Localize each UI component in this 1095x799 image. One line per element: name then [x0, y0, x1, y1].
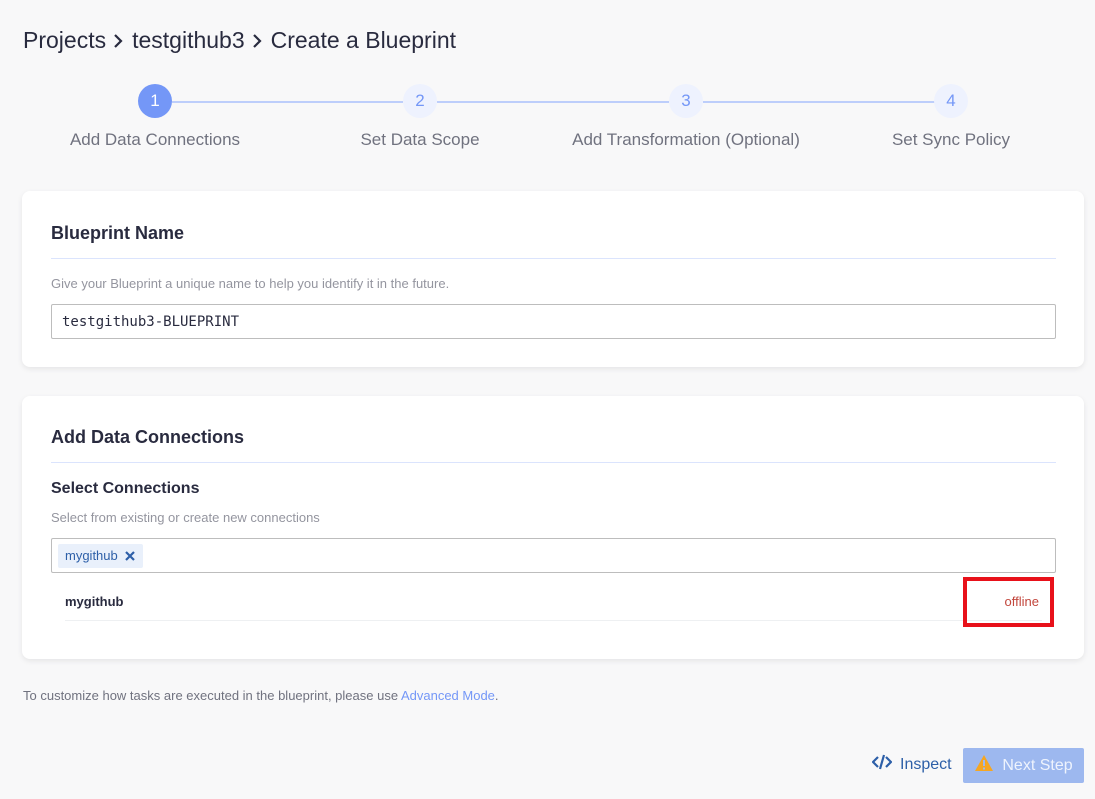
step-number: 2 [403, 84, 437, 118]
select-connections-title: Select Connections [51, 480, 200, 497]
step-label: Add Data Connections [69, 130, 241, 149]
step-add-data-connections[interactable]: 1 Add Data Connections [25, 84, 285, 150]
code-icon [871, 754, 893, 775]
connection-name: mygithub [65, 594, 124, 609]
advanced-mode-footnote: To customize how tasks are executed in t… [23, 688, 499, 703]
status-badge: offline [1004, 594, 1039, 609]
divider [51, 462, 1056, 463]
step-label: Add Transformation (Optional) [572, 130, 800, 149]
divider [51, 258, 1056, 259]
page-title: Create a Blueprint [270, 26, 457, 53]
step-set-sync-policy[interactable]: 4 Set Sync Policy [821, 84, 1081, 150]
step-number: 4 [934, 84, 968, 118]
list-item[interactable]: mygithub offline [65, 576, 1054, 627]
step-set-data-scope[interactable]: 2 Set Data Scope [290, 84, 550, 150]
inspect-button[interactable]: Inspect [871, 754, 952, 775]
blueprint-name-input[interactable] [51, 304, 1056, 339]
step-label: Set Data Scope [360, 130, 480, 149]
breadcrumb-projects[interactable]: Projects [23, 27, 106, 54]
step-number: 3 [669, 84, 703, 118]
chevron-right-icon [251, 26, 265, 54]
card-title: Add Data Connections [51, 427, 245, 447]
footnote-suffix: . [494, 688, 499, 703]
warning-icon [974, 754, 994, 777]
inspect-label: Inspect [900, 755, 952, 773]
status-highlight-box: offline [963, 576, 1054, 627]
tag-label: mygithub [65, 548, 118, 563]
blueprint-name-hint: Give your Blueprint a unique name to hel… [51, 276, 450, 291]
next-step-label: Next Step [1002, 756, 1073, 774]
close-icon[interactable] [124, 550, 136, 562]
breadcrumb-project[interactable]: testgithub3 [132, 27, 245, 54]
card-title: Blueprint Name [51, 223, 185, 243]
next-step-button[interactable]: Next Step [963, 748, 1084, 783]
stepper: 1 Add Data Connections 2 Set Data Scope … [0, 84, 1095, 164]
data-connections-card: Add Data Connections Select Connections … [22, 396, 1084, 659]
chevron-right-icon [112, 26, 126, 54]
step-number: 1 [138, 84, 172, 118]
blueprint-name-card: Blueprint Name Give your Blueprint a uni… [22, 191, 1084, 367]
step-label: Set Sync Policy [891, 130, 1011, 149]
step-add-transformation[interactable]: 3 Add Transformation (Optional) [556, 84, 816, 150]
footnote-text: To customize how tasks are executed in t… [23, 688, 401, 703]
select-connections-hint: Select from existing or create new conne… [51, 510, 320, 525]
connections-multiselect[interactable]: mygithub [51, 538, 1056, 573]
connection-tag: mygithub [58, 543, 143, 568]
breadcrumb: Projects testgithub3 Create a Blueprint [23, 26, 456, 54]
advanced-mode-link[interactable]: Advanced Mode [401, 688, 495, 703]
